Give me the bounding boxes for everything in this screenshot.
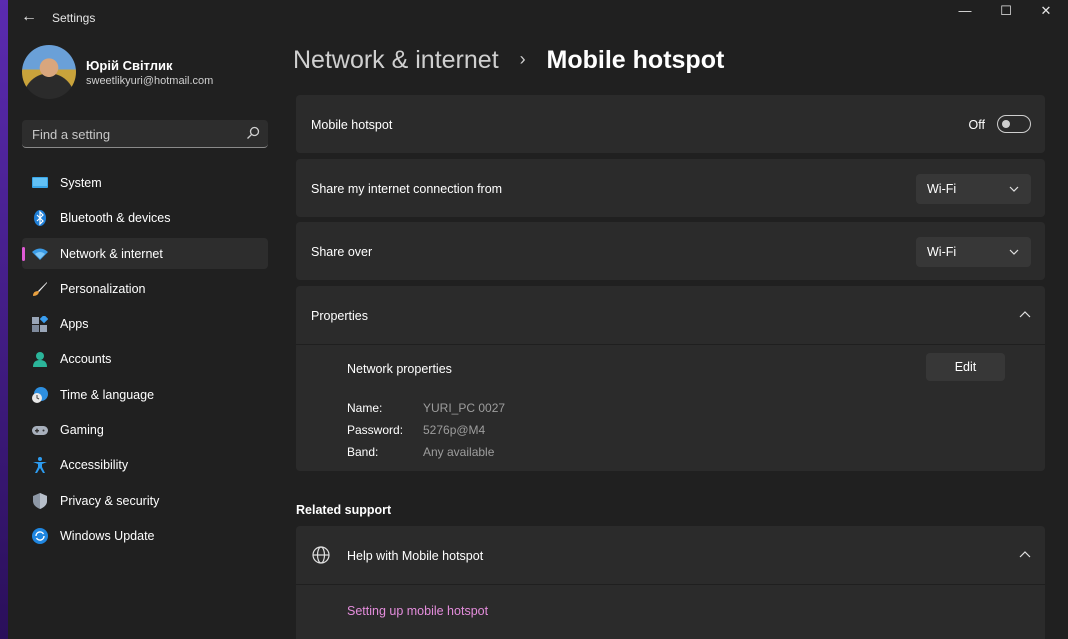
title-bar: ← Settings — ☐ ✕ <box>8 0 1068 34</box>
minimize-button[interactable]: — <box>942 0 988 22</box>
chevron-down-icon <box>1009 186 1019 192</box>
close-icon: ✕ <box>1040 3 1052 18</box>
sidebar-item-label: System <box>60 176 102 190</box>
chevron-up-icon[interactable] <box>1019 309 1031 321</box>
sidebar-item-accessibility[interactable]: Accessibility <box>22 449 268 480</box>
divider <box>296 584 1045 585</box>
mobile-hotspot-label: Mobile hotspot <box>311 118 393 132</box>
share-over-card: Share over Wi-Fi <box>296 222 1045 280</box>
close-button[interactable]: ✕ <box>1023 0 1068 22</box>
brush-icon <box>33 281 47 296</box>
monitor-icon <box>32 177 48 188</box>
minimize-icon: — <box>958 3 972 18</box>
avatar[interactable] <box>22 45 76 99</box>
sidebar-nav: System Bluetooth & devices Network & int… <box>22 167 268 555</box>
search-placeholder: Find a setting <box>32 127 111 142</box>
shield-icon <box>33 492 47 509</box>
mobile-hotspot-card: Mobile hotspot Off <box>296 95 1045 153</box>
sidebar-item-label: Accessibility <box>60 458 129 473</box>
properties-header[interactable]: Properties <box>296 286 1045 344</box>
toggle-state-text: Off <box>968 118 985 132</box>
network-properties-label: Network properties <box>347 362 452 376</box>
update-icon <box>32 527 48 544</box>
breadcrumb: Network & internet › Mobile hotspot <box>293 46 724 75</box>
band-key: Band: <box>347 445 379 459</box>
sidebar-item-label: Time & language <box>60 387 155 402</box>
sidebar-item-gaming[interactable]: Gaming <box>22 414 268 445</box>
sidebar-item-network[interactable]: Network & internet <box>22 237 268 269</box>
sidebar-item-personalization[interactable]: Personalization <box>22 273 268 304</box>
sidebar-item-system[interactable]: System <box>22 167 268 198</box>
sidebar-item-label: Accounts <box>60 352 112 367</box>
breadcrumb-separator: › <box>519 49 526 69</box>
sidebar-item-apps[interactable]: Apps <box>22 308 268 339</box>
name-value: YURI_PC 0027 <box>423 401 506 415</box>
back-arrow-icon: ← <box>21 8 37 25</box>
person-icon <box>33 352 47 368</box>
sidebar-item-label: Apps <box>60 317 89 332</box>
desktop-edge <box>0 0 8 639</box>
search-icon[interactable] <box>246 126 260 140</box>
bluetooth-icon <box>34 210 46 227</box>
search-input[interactable]: Find a setting <box>22 120 268 148</box>
settings-window: ← Settings — ☐ ✕ Юрій Світлик sweetlikyu… <box>8 0 1068 639</box>
user-name: Юрій Світлик <box>86 58 173 73</box>
dropdown-value: Wi-Fi <box>927 182 957 196</box>
toggle-knob <box>1002 120 1010 128</box>
edit-button[interactable]: Edit <box>926 353 1005 381</box>
chevron-down-icon <box>1009 249 1019 255</box>
chevron-up-icon[interactable] <box>1019 549 1031 561</box>
help-card: Help with Mobile hotspot Setting up mobi… <box>296 526 1045 639</box>
sidebar-item-label: Windows Update <box>60 528 155 543</box>
user-email: sweetlikyuri@hotmail.com <box>86 75 214 87</box>
share-from-card: Share my internet connection from Wi-Fi <box>296 159 1045 217</box>
sidebar-item-time-language[interactable]: Time & language <box>22 379 268 410</box>
properties-label: Properties <box>311 309 368 323</box>
globe-icon <box>312 546 330 564</box>
share-from-dropdown[interactable]: Wi-Fi <box>916 174 1031 204</box>
wifi-icon <box>32 248 48 260</box>
clock-globe-icon <box>32 386 48 403</box>
mobile-hotspot-toggle[interactable] <box>997 115 1031 133</box>
related-support-heading: Related support <box>296 503 392 517</box>
maximize-icon: ☐ <box>1000 3 1012 18</box>
accessibility-icon <box>33 457 47 474</box>
properties-body: Network properties Edit Name: YURI_PC 00… <box>296 345 1045 471</box>
help-header[interactable]: Help with Mobile hotspot <box>296 526 1045 584</box>
dropdown-value: Wi-Fi <box>927 245 957 259</box>
apps-icon <box>32 316 48 333</box>
sidebar-item-label: Personalization <box>60 281 146 296</box>
sidebar-item-label: Gaming <box>60 423 104 438</box>
gamepad-icon <box>32 426 48 436</box>
sidebar-item-accounts[interactable]: Accounts <box>22 343 268 374</box>
share-from-label: Share my internet connection from <box>311 182 503 196</box>
sidebar-item-label: Privacy & security <box>60 493 160 508</box>
sidebar-item-label: Network & internet <box>60 246 163 261</box>
sidebar-item-privacy-security[interactable]: Privacy & security <box>22 485 268 516</box>
sidebar-item-label: Bluetooth & devices <box>60 211 171 226</box>
breadcrumb-parent[interactable]: Network & internet <box>293 46 499 74</box>
page-title: Mobile hotspot <box>546 46 725 74</box>
share-over-dropdown[interactable]: Wi-Fi <box>916 237 1031 267</box>
sidebar-item-bluetooth[interactable]: Bluetooth & devices <box>22 202 268 233</box>
properties-card: Properties Network properties Edit Name:… <box>296 286 1045 471</box>
app-title: Settings <box>52 11 96 25</box>
password-value: 5276p@M4 <box>423 423 486 437</box>
sidebar-item-windows-update[interactable]: Windows Update <box>22 520 268 551</box>
band-value: Any available <box>423 445 495 459</box>
setting-up-hotspot-link[interactable]: Setting up mobile hotspot <box>347 604 488 618</box>
share-over-label: Share over <box>311 245 373 259</box>
help-label: Help with Mobile hotspot <box>347 549 484 563</box>
name-key: Name: <box>347 401 383 415</box>
back-button[interactable]: ← <box>18 8 40 26</box>
password-key: Password: <box>347 423 404 437</box>
